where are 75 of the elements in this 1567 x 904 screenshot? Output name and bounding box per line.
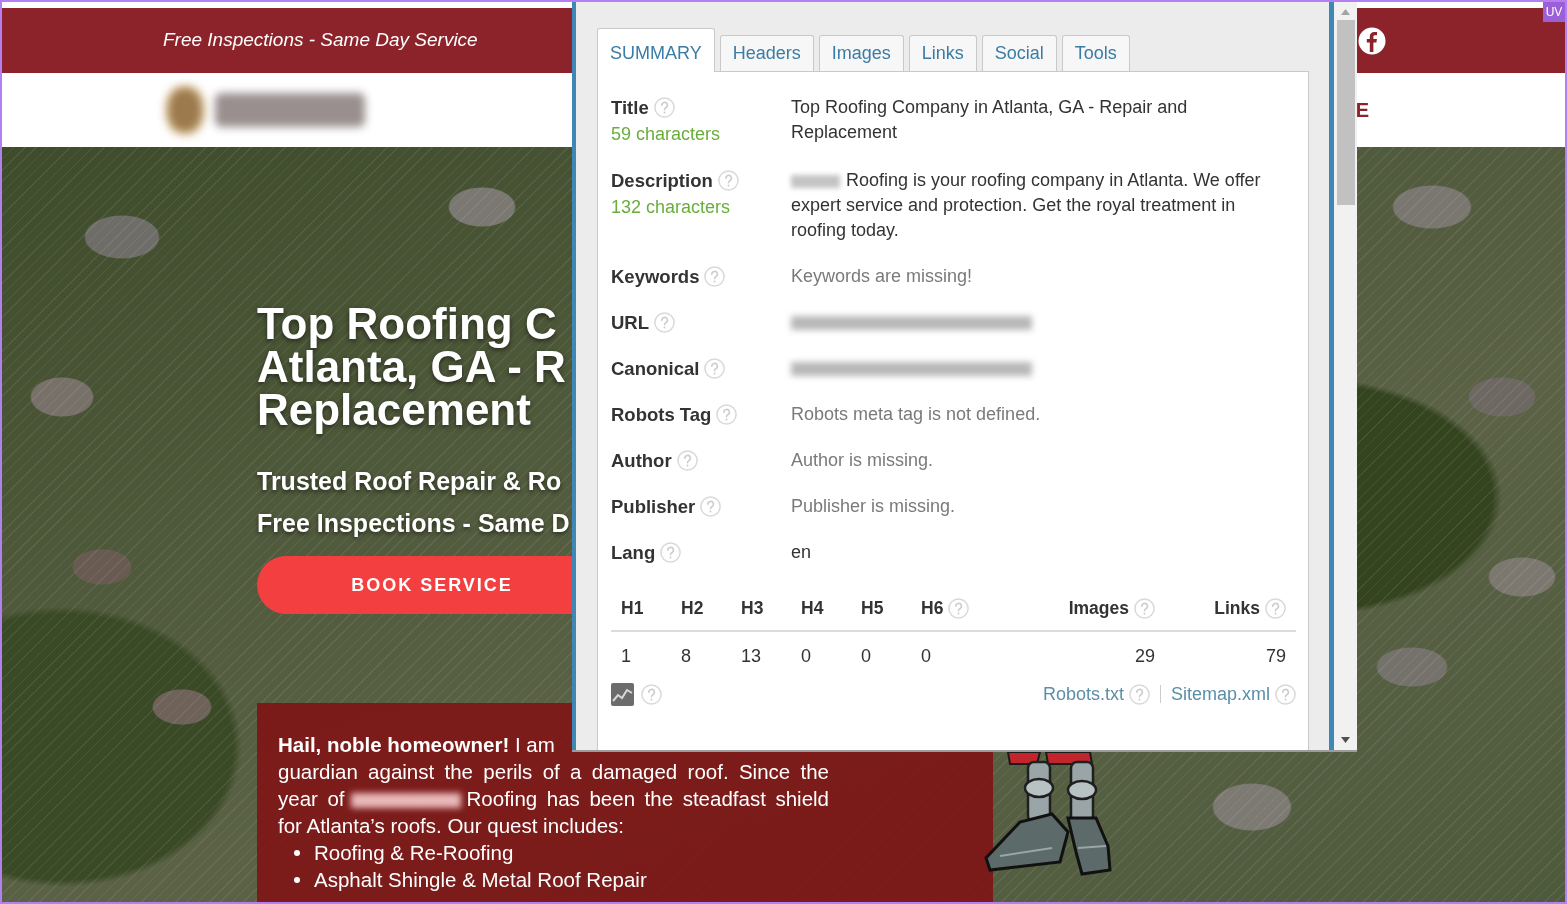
help-icon[interactable] [1275, 683, 1296, 705]
table-cell-text: 13 [740, 644, 763, 668]
field-value: Roofing is your roofing company in Atlanta. We offer expert service and protection. Get the royal treatment in roofing today. [791, 169, 1262, 242]
tab[interactable]: Images [818, 35, 904, 71]
help-icon[interactable] [717, 170, 739, 191]
list-item-text: Roofing & Re-Roofing [314, 840, 514, 866]
column-header: H4 [801, 596, 824, 620]
book-service-button[interactable]: BOOK SERVICE [257, 556, 572, 614]
bullet-icon [294, 849, 300, 856]
field-label: Description [611, 169, 713, 193]
field-label: Author [611, 449, 672, 473]
table-cell-text: 79 [1264, 644, 1287, 668]
chart-icon[interactable] [611, 682, 634, 706]
help-icon[interactable] [1265, 597, 1286, 619]
column-header: H1 [621, 596, 644, 620]
hero-subheading-line: Free Inspections - Same D [257, 508, 570, 539]
help-icon[interactable] [948, 597, 970, 619]
field-value: Robots meta tag is not defined. [791, 403, 1041, 426]
corner-badge: UV [1543, 2, 1565, 22]
help-icon[interactable] [654, 312, 676, 333]
table-cell-text: 8 [680, 644, 692, 668]
help-icon[interactable] [1128, 683, 1150, 705]
field-value: Keywords are missing! [791, 265, 973, 288]
column-header: H5 [861, 596, 884, 620]
nav-link[interactable]: E [1355, 95, 1369, 125]
help-icon[interactable] [641, 683, 662, 705]
scroll-down-icon[interactable] [1341, 737, 1350, 743]
field-value: Publisher is missing. [791, 495, 956, 518]
tab[interactable]: Headers [719, 35, 814, 71]
field-label: Keywords [611, 265, 700, 289]
field-value: Author is missing. [791, 449, 934, 472]
help-icon[interactable] [660, 542, 682, 563]
help-icon[interactable] [704, 266, 726, 287]
table-cell-text: 0 [860, 644, 872, 668]
bullet-icon [294, 876, 300, 883]
field-value: en [791, 541, 812, 564]
character-count: 132 characters [611, 196, 732, 219]
footer-link[interactable]: Sitemap.xml [1170, 680, 1270, 708]
column-header: H2 [681, 596, 704, 620]
footer-link[interactable]: Robots.txt [1042, 680, 1124, 708]
field-label: URL [611, 311, 650, 335]
help-icon[interactable] [1134, 597, 1155, 619]
intro-text: guardian against the perils of a damaged roof. Since the year of Roofing has been the steadfast shield for Atlanta’s roofs. Our quest includes: [278, 759, 829, 839]
field-label: Canonical [611, 357, 700, 381]
help-icon[interactable] [700, 496, 722, 517]
table-cell-text: 0 [800, 644, 812, 668]
column-header: Images [1068, 596, 1129, 620]
tab[interactable]: Social [981, 35, 1057, 71]
field-value: Top Roofing Company in Atlanta, GA - Repair and Replacement [791, 96, 1189, 144]
column-header: Links [1214, 596, 1260, 620]
scrollbar[interactable] [1334, 2, 1357, 750]
table-cell-text: 1 [620, 644, 632, 668]
table-cell-text: 0 [920, 644, 932, 668]
facebook-icon[interactable] [1358, 26, 1386, 55]
character-count: 59 characters [611, 123, 722, 146]
help-icon[interactable] [716, 404, 738, 425]
help-icon[interactable] [704, 358, 726, 379]
list-item-text: Asphalt Shingle & Metal Roof Repair [314, 867, 647, 893]
column-header: H3 [741, 596, 764, 620]
tab[interactable]: SUMMARY [597, 28, 715, 72]
intro-text: Hail, noble homeowner! I am [278, 732, 555, 758]
table-cell-text: 29 [1133, 644, 1156, 668]
tagline-text: Free Inspections - Same Day Service [163, 28, 478, 53]
field-label: Lang [611, 541, 656, 565]
tab[interactable]: Links [908, 35, 977, 71]
scroll-up-icon[interactable] [1341, 9, 1350, 15]
help-icon[interactable] [653, 97, 675, 118]
column-header: H6 [921, 596, 944, 620]
scrollbar-thumb[interactable] [1336, 20, 1355, 205]
hero-subheading-line: Trusted Roof Repair & Ro [257, 466, 562, 497]
field-label: Robots Tag [611, 403, 712, 427]
field-label: Title [611, 96, 649, 120]
help-icon[interactable] [676, 450, 698, 471]
tab[interactable]: Tools [1061, 35, 1130, 71]
field-label: Publisher [611, 495, 696, 519]
